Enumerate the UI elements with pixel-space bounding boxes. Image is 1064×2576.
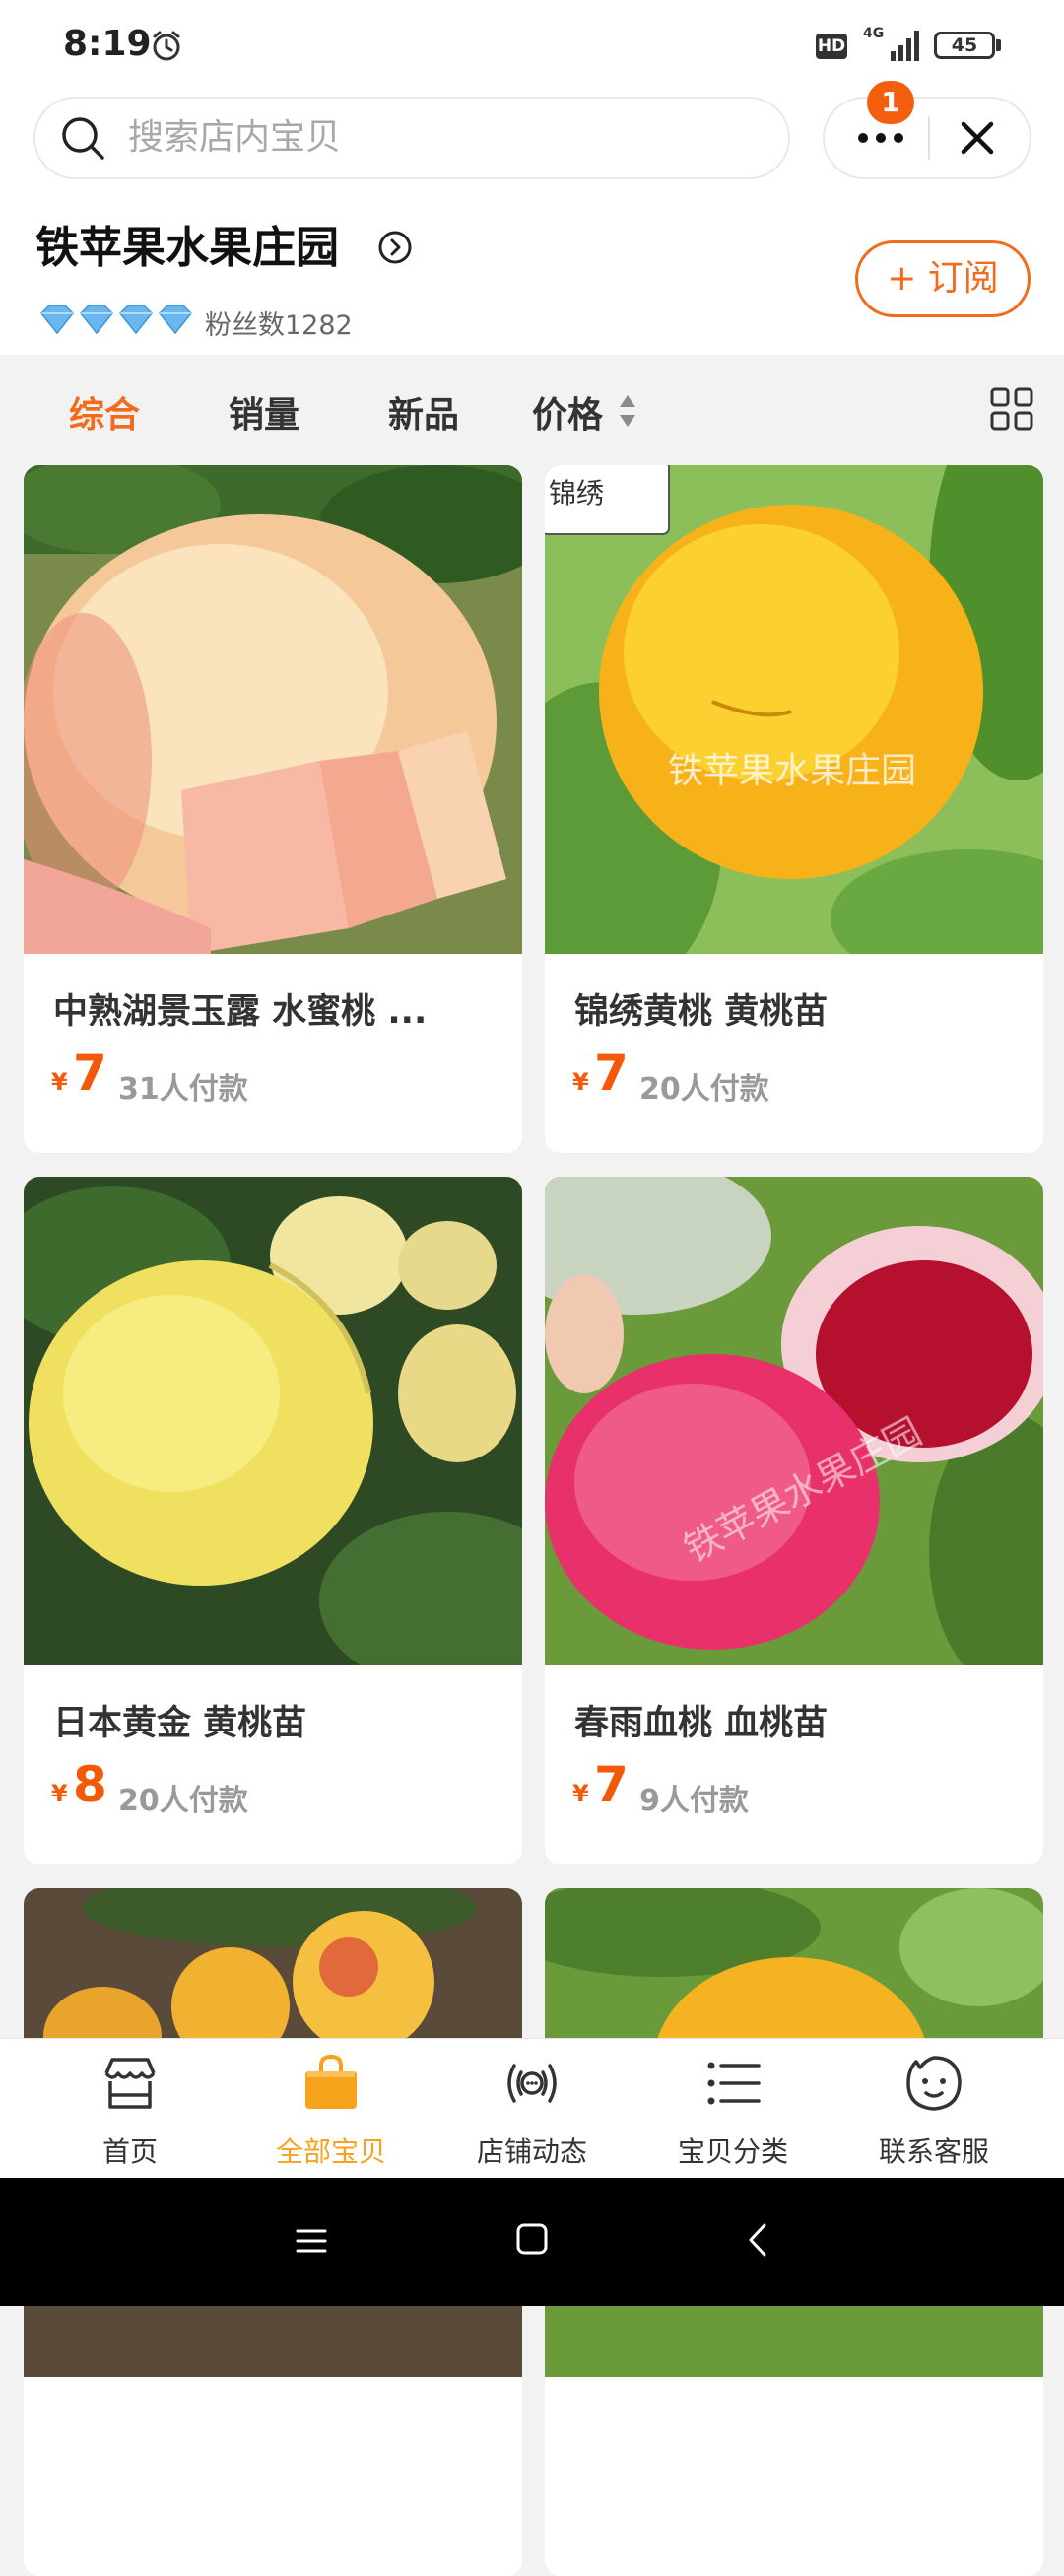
tab-label: 宝贝分类 [677,2135,788,2168]
product-image-white-peach [24,465,522,954]
back-icon[interactable] [741,2221,776,2259]
shop-name[interactable]: 铁苹果水果庄园 [35,212,339,275]
tab-all-products[interactable]: 全部宝贝 [242,2038,420,2178]
watermark: 铁苹果水果庄园 [668,751,916,791]
corner-tag: 锦绣 [549,477,604,509]
search-icon [62,117,104,160]
notification-badge: 1 [867,81,914,124]
product-image-golden-peach [24,1177,522,1665]
grid-view-icon[interactable] [989,386,1034,432]
sales-count: 20人付款 [639,1072,769,1107]
customer-service-icon [906,2056,962,2111]
sales-count: 31人付款 [118,1072,248,1107]
list-icon [707,2062,761,2105]
subscribe-button[interactable]: + 订阅 [855,240,1031,317]
sales-count: 9人付款 [639,1784,749,1818]
sort-tab-new[interactable]: 新品 [388,386,459,438]
diamond-rating-icon [39,305,193,335]
chevron-right-circle-icon[interactable] [376,229,414,266]
capsule-divider [928,116,930,160]
home-square-icon[interactable] [514,2221,550,2257]
alarm-icon [153,31,180,61]
shopping-bag-icon [305,2054,357,2109]
tab-categories[interactable]: 宝贝分类 [644,2038,822,2178]
product-image-blood-peach: 铁苹果水果庄园 [545,1177,1043,1665]
signal-icon [891,31,919,61]
tab-store-news[interactable]: 店铺动态 [443,2038,621,2178]
product-image-yellow-peach: 锦绣 铁苹果水果庄园 [545,465,1043,954]
currency-symbol: ¥ [51,1780,68,1807]
product-price: 8 [73,1756,107,1813]
close-icon[interactable] [958,118,997,158]
hd-badge: HD [816,34,847,59]
status-time: 8:19 [63,24,152,64]
product-price: 7 [594,1045,629,1102]
sort-tab-sales[interactable]: 销量 [229,386,299,438]
sort-tab-price[interactable]: 价格 [532,386,603,438]
store-icon [104,2058,156,2109]
product-title: 锦绣黄桃 黄桃苗 [574,992,829,1032]
fan-count: 粉丝数1282 [205,310,353,341]
battery-icon: 45 [934,32,995,59]
currency-symbol: ¥ [572,1780,589,1807]
currency-symbol: ¥ [572,1068,589,1096]
product-card[interactable]: 日本黄金 黄桃苗 ¥ 8 20人付款 [24,1177,522,1864]
tab-label: 首页 [101,2135,158,2168]
product-card[interactable]: 中熟湖景玉露 水蜜桃 ... ¥ 7 31人付款 [24,465,522,1153]
sales-count: 20人付款 [118,1784,248,1818]
broadcast-icon [507,2064,557,2103]
tab-label: 店铺动态 [476,2135,587,2168]
product-title: 春雨血桃 血桃苗 [574,1704,829,1743]
tab-home[interactable]: 首页 [41,2038,219,2178]
search-placeholder: 搜索店内宝贝 [128,117,342,158]
product-price: 7 [594,1756,629,1813]
sort-tab-comprehensive[interactable]: 综合 [69,386,140,438]
product-card[interactable]: 锦绣 铁苹果水果庄园 锦绣黄桃 黄桃苗 ¥ 7 20人付款 [545,465,1043,1153]
tab-label: 全部宝贝 [275,2135,386,2168]
tab-label: 联系客服 [878,2135,989,2168]
product-title: 日本黄金 黄桃苗 [53,1704,307,1743]
product-price: 7 [73,1045,107,1102]
product-title: 中熟湖景玉露 水蜜桃 ... [53,992,428,1032]
battery-cap [996,39,1001,51]
more-icon[interactable] [853,123,908,153]
menu-icon[interactable] [294,2223,329,2259]
product-card[interactable]: 铁苹果水果庄园 春雨血桃 血桃苗 ¥ 7 9人付款 [545,1177,1043,1864]
currency-symbol: ¥ [51,1068,68,1096]
tab-customer-service[interactable]: 联系客服 [845,2038,1023,2178]
sort-arrows-icon [620,395,635,427]
